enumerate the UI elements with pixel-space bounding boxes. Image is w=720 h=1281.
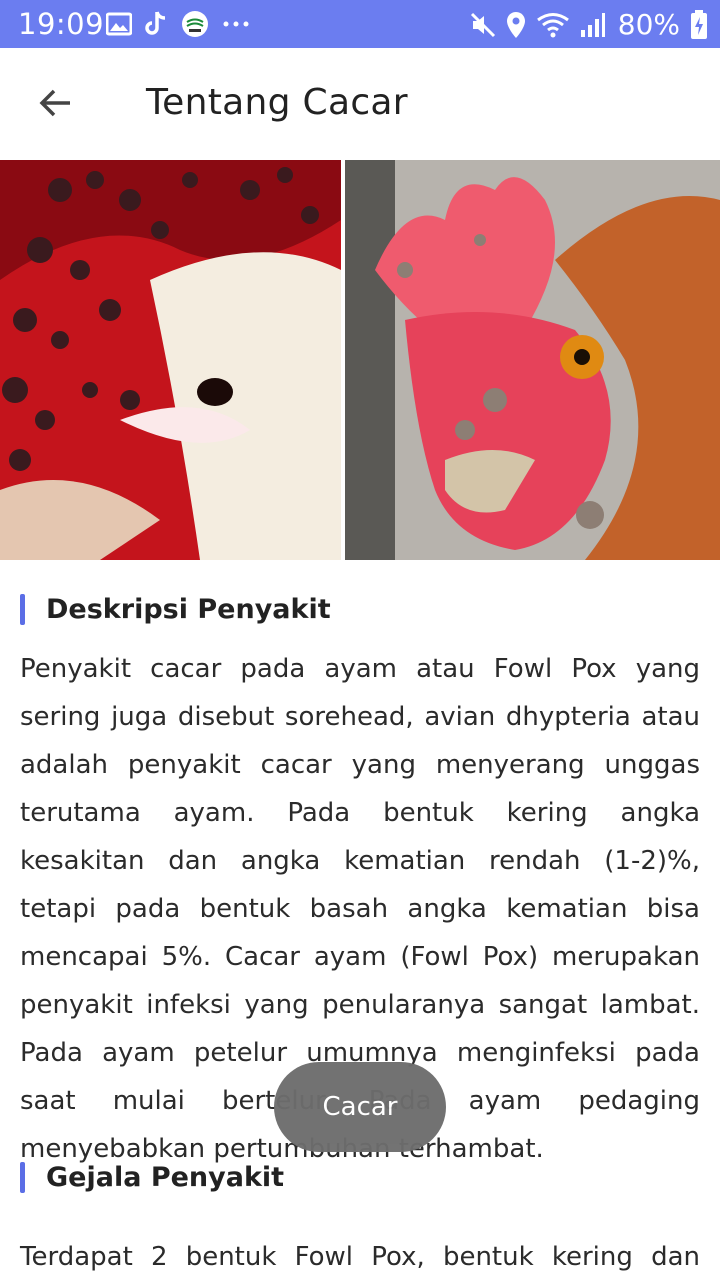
mute-icon: [470, 12, 496, 38]
section-title: Deskripsi Penyakit: [46, 594, 331, 625]
section-accent-bar: [20, 1162, 25, 1193]
section-body-gejala: Terdapat 2 bentuk Fowl Pox, bentuk kerin…: [20, 1242, 700, 1272]
section-title: Gejala Penyakit: [46, 1162, 285, 1193]
section-accent-bar: [20, 594, 25, 625]
status-bar: 19:09 80%: [0, 0, 720, 48]
chicken-pox-left-image: [0, 160, 341, 560]
battery-percentage: 80%: [617, 8, 680, 41]
location-icon: [506, 11, 526, 39]
battery-charging-icon: [690, 9, 708, 40]
tiktok-icon: [144, 10, 168, 38]
toast-message: Cacar: [274, 1062, 446, 1152]
status-time: 19:09: [18, 7, 105, 41]
arrow-left-icon: [37, 85, 73, 125]
app-logo-icon: [180, 9, 210, 39]
more-dots-icon: [222, 19, 250, 29]
signal-icon: [580, 12, 606, 38]
hero-images: [0, 160, 720, 560]
wifi-icon: [536, 12, 570, 38]
page-title: Tentang Cacar: [146, 82, 408, 123]
chicken-pox-right-image: [345, 160, 720, 560]
gallery-icon: [106, 12, 132, 36]
section-header-deskripsi: Deskripsi Penyakit: [20, 594, 331, 625]
app-bar: Tentang Cacar: [0, 48, 720, 160]
back-button[interactable]: [26, 76, 84, 134]
section-header-gejala: Gejala Penyakit: [20, 1162, 284, 1193]
